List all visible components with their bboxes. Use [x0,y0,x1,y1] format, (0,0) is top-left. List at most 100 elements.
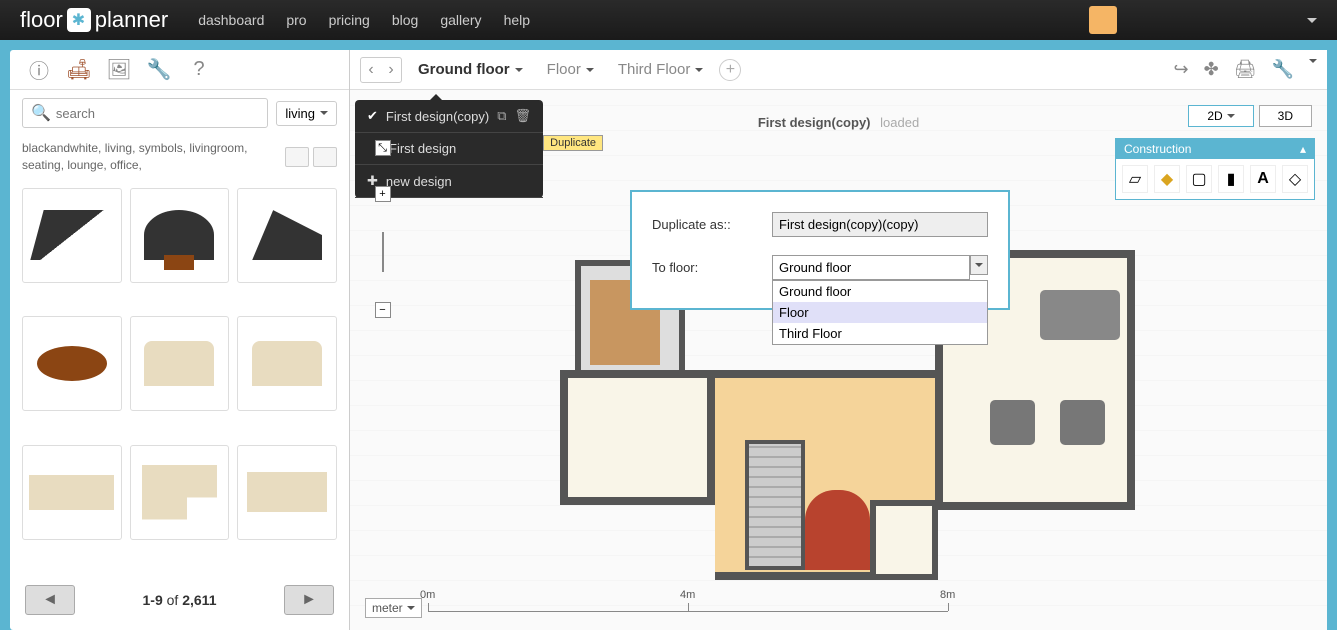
nav-pro[interactable]: pro [286,12,306,28]
tools-icon[interactable]: 🔧 [145,56,173,84]
view-2d-button[interactable]: 2D [1188,105,1253,127]
app: ⓘ 🛋 🖼 🔧 ? 🔍 living blackandwhite, living… [10,50,1327,630]
room-kitchen[interactable] [560,370,715,505]
sidebar: ⓘ 🛋 🖼 🔧 ? 🔍 living blackandwhite, living… [10,50,350,630]
furniture-armchair[interactable] [990,400,1035,445]
view-mode-label: 3D [1278,109,1293,123]
page-range: 1-9 [143,592,163,608]
ruler-track [382,232,384,272]
delete-icon[interactable]: 🗑 [515,108,532,124]
room-entry[interactable] [805,490,870,570]
share-icon[interactable]: ✤ [1204,59,1219,80]
nav-dashboard[interactable]: dashboard [198,12,264,28]
unit-select[interactable]: meter [365,598,422,618]
duplicate-name-input[interactable] [772,212,988,237]
furniture-armchair[interactable] [1060,400,1105,445]
print-icon[interactable]: 🖨 [1234,59,1257,80]
select-option[interactable]: Ground floor [773,281,987,302]
canvas-area[interactable]: ‹ › Ground floor Floor Third Floor + ↪ ✤… [350,50,1327,630]
chevron-down-icon[interactable] [970,255,988,275]
top-nav: floor planner dashboard pro pricing blog… [0,0,1337,40]
window-tool-icon[interactable]: ▢ [1186,165,1212,193]
zoom-out-button[interactable]: − [375,302,391,318]
stairs[interactable] [745,440,805,570]
furniture-item[interactable] [22,188,122,283]
nav-pricing[interactable]: pricing [329,12,370,28]
furniture-icon[interactable]: 🛋 [65,56,93,84]
room-wc[interactable] [870,500,938,580]
nav-blog[interactable]: blog [392,12,418,28]
chevron-down-icon [320,111,328,115]
panel-title: Construction [1124,142,1191,156]
zoom-direction-button[interactable]: ⤡ [375,140,391,156]
wall-tool-icon[interactable]: ▱ [1122,165,1148,193]
furniture-item[interactable] [22,316,122,411]
furniture-item[interactable] [130,188,230,283]
view-2d-icon[interactable] [313,147,337,167]
floor-tab-ground[interactable]: Ground floor [410,57,531,82]
floor-tool-icon[interactable]: ◆ [1154,165,1180,193]
category-select[interactable]: living [276,101,337,126]
ruler-mark: 4m [680,589,695,601]
gallery-icon[interactable]: 🖼 [105,56,133,84]
avatar [1089,6,1117,34]
furniture-item[interactable] [22,445,122,540]
chevron-down-icon[interactable] [1307,18,1317,23]
view-mode-toggle: 2D 3D [1188,105,1312,127]
panel-tools: ▱ ◆ ▢ ▮ A ◇ [1116,159,1314,199]
design-menu-item[interactable]: ✔ First design(copy) ⧉ 🗑 [355,100,543,133]
view-3d-icon[interactable] [285,147,309,167]
nav-help[interactable]: help [504,12,530,28]
view-mode-label: 2D [1207,109,1222,123]
tags-text: blackandwhite, living, symbols, livingro… [22,140,285,174]
text-tool-icon[interactable]: A [1250,165,1276,193]
zoom-in-button[interactable]: + [375,186,391,202]
search-input[interactable] [56,106,259,121]
furniture-sofa[interactable] [1040,290,1120,340]
redo-icon[interactable]: ↪ [1174,59,1189,80]
design-name: First design(copy) [758,115,871,130]
select-option[interactable]: Third Floor [773,323,987,344]
logo-text-left: floor [20,7,63,33]
prev-page-button[interactable]: ◄ [25,585,75,615]
wrench-icon[interactable]: 🔧 [1272,59,1294,80]
logo[interactable]: floor planner [20,7,168,33]
furniture-item[interactable] [130,445,230,540]
ruler-mark: 0m [420,589,435,601]
furniture-item[interactable] [237,445,337,540]
furniture-item[interactable] [237,188,337,283]
furniture-item[interactable] [237,316,337,411]
view-3d-button[interactable]: 3D [1259,105,1312,127]
dimension-tool-icon[interactable]: ◇ [1282,165,1308,193]
panel-header[interactable]: Construction ▴ [1116,139,1314,159]
help-icon[interactable]: ? [185,56,213,84]
logo-icon [67,8,91,32]
info-icon[interactable]: ⓘ [25,56,53,84]
nav-left-button[interactable]: ‹ [361,58,381,82]
ruler-scale: 0m 4m 8m [428,604,948,612]
floor-select[interactable]: Ground floor Ground floor Floor Third Fl… [772,255,988,280]
chevron-down-icon [586,68,594,72]
user-area[interactable] [1089,6,1317,34]
chevron-down-icon [407,606,415,610]
furniture-item[interactable] [130,316,230,411]
collapse-icon[interactable]: ▴ [1300,142,1306,156]
floor-tab-third[interactable]: Third Floor [610,57,712,82]
duplicate-icon[interactable]: ⧉ [497,108,506,124]
floor-tab-floor[interactable]: Floor [539,57,602,82]
search-row: 🔍 living [10,90,349,136]
door-tool-icon[interactable]: ▮ [1218,165,1244,193]
ruler-mark: 8m [940,589,955,601]
design-name: First design(copy) [386,109,489,124]
add-floor-button[interactable]: + [719,59,741,81]
chevron-down-icon [515,68,523,72]
search-box[interactable]: 🔍 [22,98,268,128]
next-page-button[interactable]: ► [284,585,334,615]
design-title: First design(copy) loaded [758,115,919,130]
unit-label: meter [372,601,403,615]
nav-right-button[interactable]: › [381,58,401,82]
select-option[interactable]: Floor [773,302,987,323]
nav-gallery[interactable]: gallery [440,12,481,28]
category-label: living [285,106,315,121]
ruler-horizontal: meter 0m 4m 8m [365,598,948,618]
